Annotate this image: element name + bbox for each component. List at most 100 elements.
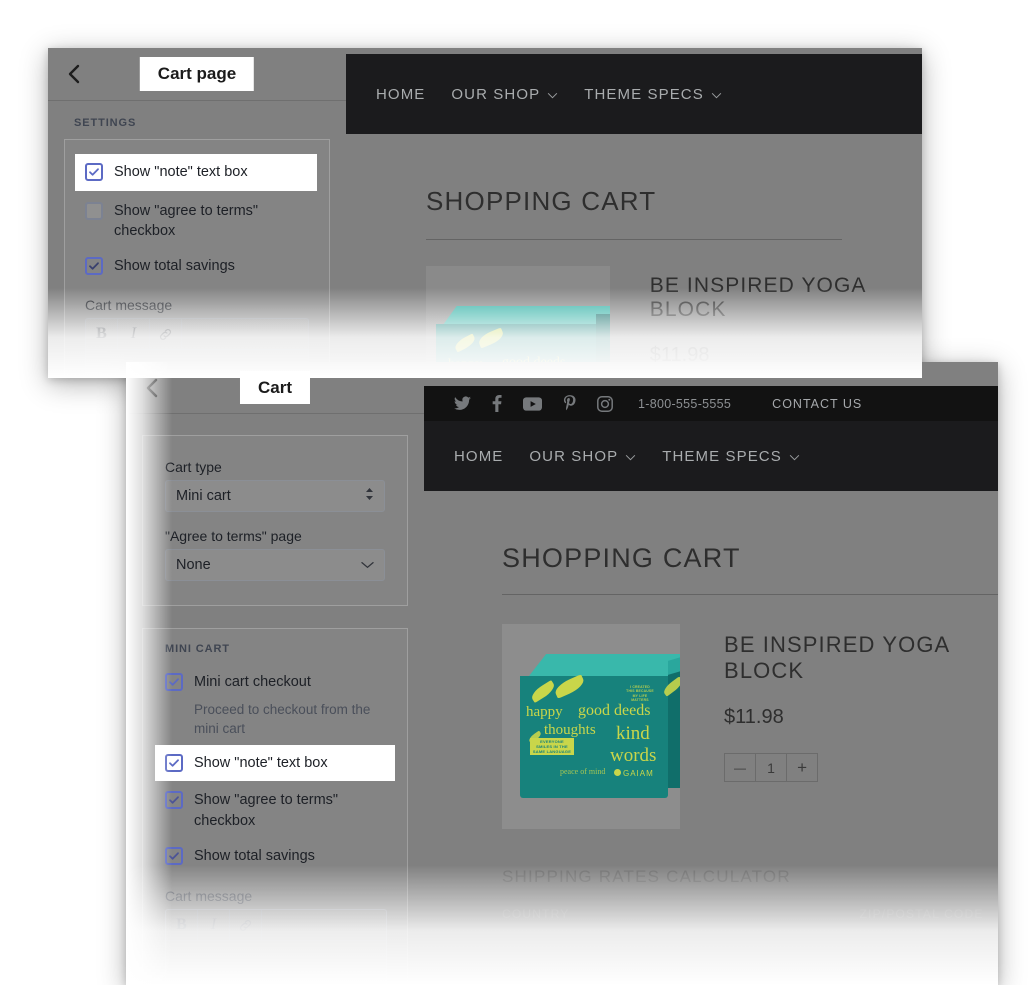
- cart-panel-header: Cart: [126, 362, 424, 414]
- yoga-block-illustration: happy good deeds: [426, 266, 610, 376]
- cart-page-preview: HOME OUR SHOP THEME SPECS SHOPPING CART: [346, 48, 922, 378]
- cart-type-value: Mini cart: [176, 488, 231, 504]
- cart-type-select[interactable]: Mini cart: [165, 480, 385, 512]
- increase-quantity-button[interactable]: +: [786, 754, 817, 781]
- checkbox-row-show-agree-to-terms[interactable]: Show "agree to terms" checkbox: [85, 191, 309, 247]
- cart-preview: 1-800-555-5555 CONTACT US HOME OUR SHOP …: [424, 362, 998, 985]
- checkbox-checked-icon[interactable]: [165, 673, 183, 691]
- nav-item-theme-specs[interactable]: THEME SPECS: [584, 86, 722, 103]
- checkbox-help-text: Proceed to checkout from the mini cart: [194, 701, 371, 737]
- nav-label: HOME: [376, 85, 426, 103]
- italic-button[interactable]: I: [118, 319, 150, 350]
- block-word: happy: [526, 704, 563, 720]
- checkbox-checked-icon[interactable]: [165, 847, 183, 866]
- checkbox-checked-icon[interactable]: [85, 163, 103, 181]
- checkbox-row-show-total-savings[interactable]: Show total savings: [165, 836, 387, 872]
- checkbox-row-mini-cart-checkout[interactable]: Mini cart checkout: [165, 667, 387, 698]
- cart-type-label: Cart type: [165, 459, 222, 475]
- shipping-field-label-zip: ZIP/POSTAL CODE: [859, 907, 984, 921]
- nav-label: OUR SHOP: [529, 447, 619, 465]
- nav-item-home[interactable]: HOME: [454, 448, 503, 465]
- back-button[interactable]: [132, 369, 170, 407]
- checkbox-label: Show "note" text box: [114, 164, 248, 180]
- preview-page-title: SHOPPING CART: [426, 186, 657, 216]
- preview-cart-body: SHOPPING CART happy good deeds: [346, 186, 922, 376]
- cart-page-panel-header: Cart page: [48, 48, 346, 101]
- contact-us-link[interactable]: CONTACT US: [772, 397, 862, 411]
- checkbox-unchecked-icon[interactable]: [85, 201, 103, 220]
- checkbox-checked-icon[interactable]: [165, 753, 183, 772]
- agree-to-terms-page-label: "Agree to terms" page: [165, 528, 302, 544]
- instagram-icon[interactable]: [597, 395, 613, 412]
- nav-item-our-shop[interactable]: OUR SHOP: [451, 86, 558, 103]
- cart-panel: Cart Cart type Mini cart "Agree to terms…: [126, 362, 998, 985]
- nav-item-home[interactable]: HOME: [376, 86, 425, 103]
- shipping-field-label-country: COUNTRY: [502, 907, 570, 921]
- page-title: Cart: [239, 370, 311, 405]
- rte-text-area[interactable]: [166, 940, 386, 985]
- phone-number[interactable]: 1-800-555-5555: [638, 397, 731, 411]
- nav-item-theme-specs[interactable]: THEME SPECS: [662, 448, 800, 465]
- bold-button[interactable]: B: [86, 319, 118, 350]
- divider: [426, 239, 842, 240]
- checkbox-label: Show "agree to terms" checkbox: [114, 202, 259, 240]
- checkbox-row-show-note-text-box[interactable]: Show "note" text box: [75, 154, 317, 191]
- checkbox-checked-icon[interactable]: [165, 791, 183, 810]
- settings-section-label: SETTINGS: [74, 117, 137, 129]
- checkbox-row-show-note-text-box[interactable]: Show "note" text box: [155, 744, 395, 782]
- cart-sidebar: Cart Cart type Mini cart "Agree to terms…: [126, 362, 424, 985]
- checkbox-checked-icon[interactable]: [85, 256, 103, 275]
- rte-toolbar: B I: [86, 319, 308, 350]
- product-name: BE INSPIRED YOGA BLOCK: [649, 274, 866, 321]
- cart-message-editor[interactable]: B I: [165, 909, 387, 985]
- mini-cart-section-label: MINI CART: [165, 643, 230, 655]
- checkbox-row-show-agree-to-terms[interactable]: Show "agree to terms" checkbox: [165, 781, 387, 836]
- checkbox-row-show-total-savings[interactable]: Show total savings: [85, 247, 309, 282]
- slogan-badge: EVERYONE SMILES IN THE SAME LANGUAGE: [530, 738, 574, 755]
- cart-message-label: Cart message: [85, 297, 173, 314]
- preview-social-bar: 1-800-555-5555 CONTACT US: [424, 386, 998, 421]
- product-price: $11.98: [724, 706, 784, 728]
- nav-label: OUR SHOP: [451, 85, 541, 103]
- bold-button[interactable]: B: [166, 910, 198, 941]
- block-word: words: [610, 745, 657, 766]
- link-icon[interactable]: [230, 910, 262, 941]
- divider: [502, 594, 998, 595]
- brand-logo-icon: [614, 769, 621, 776]
- quantity-stepper[interactable]: — 1 +: [724, 753, 819, 782]
- nav-label: THEME SPECS: [662, 447, 782, 465]
- chevron-left-icon: [145, 378, 158, 398]
- cart-message-label: Cart message: [165, 888, 253, 905]
- nav-item-our-shop[interactable]: OUR SHOP: [529, 448, 636, 465]
- facebook-icon[interactable]: [492, 395, 502, 412]
- chevron-down-icon: [789, 448, 800, 465]
- checkbox-label: Show total savings: [194, 848, 315, 865]
- product-name: BE INSPIRED YOGA BLOCK: [724, 632, 950, 683]
- twitter-icon[interactable]: [454, 396, 471, 411]
- mini-cart-card: MINI CART Mini cart checkout Proceed to …: [142, 628, 408, 985]
- product-image: happy good deeds thoughts kind words pea…: [502, 624, 681, 829]
- link-icon[interactable]: [150, 319, 182, 350]
- cart-type-card: Cart type Mini cart "Agree to terms" pag…: [142, 435, 408, 606]
- pinterest-icon[interactable]: [563, 395, 576, 412]
- nav-label: HOME: [454, 447, 504, 465]
- chevron-left-icon: [67, 64, 80, 84]
- checkbox-label: Mini cart checkout: [194, 674, 311, 690]
- chevron-down-icon: [625, 448, 636, 465]
- italic-button[interactable]: I: [198, 910, 230, 941]
- cart-page-sidebar: Cart page SETTINGS Show "note" text box …: [48, 48, 346, 378]
- preview-page-title: SHOPPING CART: [502, 543, 741, 573]
- decrease-quantity-button[interactable]: —: [725, 754, 755, 781]
- page-title: Cart page: [139, 57, 255, 91]
- screenshot-stage: Cart page SETTINGS Show "note" text box …: [0, 0, 1036, 985]
- agree-to-terms-page-select[interactable]: None: [165, 549, 385, 581]
- rte-toolbar: B I: [166, 910, 386, 941]
- chevron-down-icon: [361, 557, 374, 573]
- chevron-down-icon: [711, 86, 722, 103]
- back-button[interactable]: [54, 55, 92, 93]
- youtube-icon[interactable]: [523, 396, 542, 411]
- block-word: good deeds: [578, 702, 651, 719]
- quantity-value[interactable]: 1: [755, 754, 786, 781]
- brand-name: GAIAM: [623, 769, 654, 778]
- nav-label: THEME SPECS: [584, 85, 704, 103]
